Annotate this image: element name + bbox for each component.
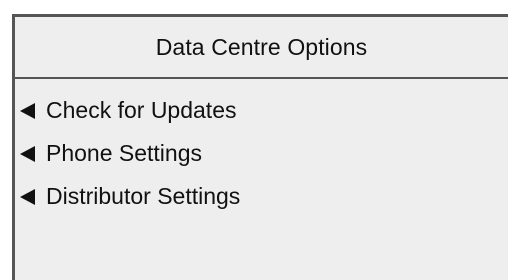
page-title: Data Centre Options [155,33,368,60]
left-arrow-icon [20,145,35,162]
menu-item-distributor-settings[interactable]: Distributor Settings [15,175,508,218]
menu-item-label: Distributor Settings [46,183,241,209]
display-screen: Data Centre Options Check for Updates Ph… [12,14,508,280]
menu-item-label: Check for Updates [46,97,237,123]
menu-item-check-for-updates[interactable]: Check for Updates [15,89,508,132]
options-menu: Check for Updates Phone Settings Distrib… [15,79,508,218]
left-arrow-icon [20,102,35,119]
title-bar: Data Centre Options [15,17,508,79]
menu-item-label: Phone Settings [46,140,203,166]
menu-item-phone-settings[interactable]: Phone Settings [15,132,508,175]
left-arrow-icon [20,188,35,205]
